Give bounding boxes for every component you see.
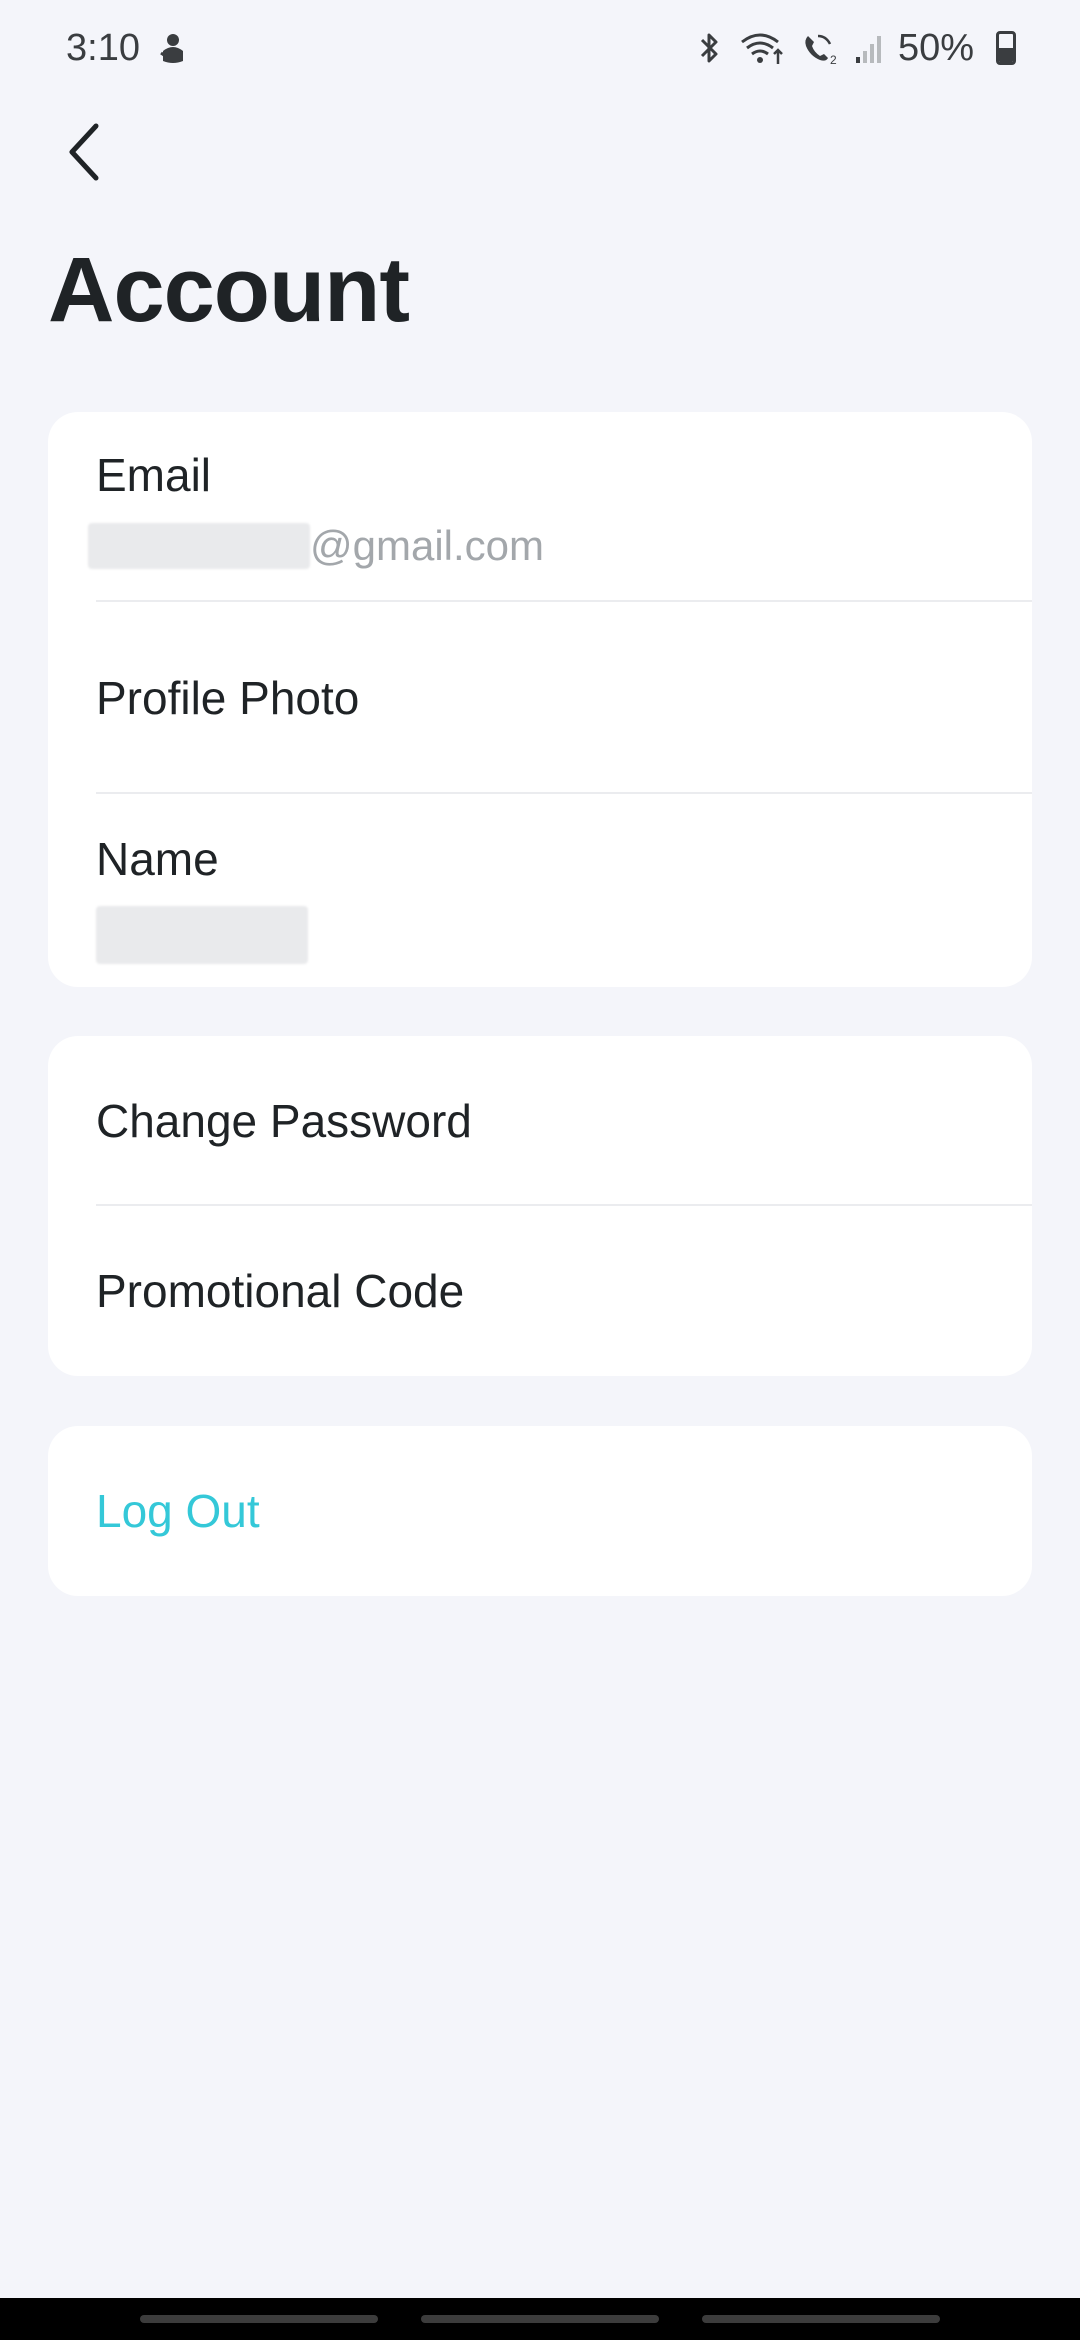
status-bar: 3:10 2 50%: [0, 0, 1080, 96]
promotional-code-row[interactable]: Promotional Code: [48, 1206, 1032, 1376]
email-row[interactable]: Email @gmail.com: [48, 412, 1032, 602]
home-nav-button[interactable]: [420, 2315, 659, 2323]
profile-photo-label: Profile Photo: [96, 672, 360, 724]
account-screen: 3:10 2 50% Account Email @gmail.com Prof…: [0, 0, 1080, 2340]
navigation-bar: [0, 2298, 1080, 2340]
signal-icon: [854, 31, 884, 65]
email-value: @gmail.com: [88, 522, 1032, 570]
battery-percent: 50%: [897, 26, 974, 69]
svg-text:2: 2: [830, 53, 837, 66]
vowifi-icon: 2: [800, 30, 840, 66]
name-row[interactable]: Name: [48, 794, 1032, 987]
logout-card: Log Out: [48, 1426, 1032, 1596]
security-card: Change Password Promotional Code: [48, 1036, 1032, 1376]
battery-icon: [988, 31, 1016, 65]
wifi-calling-icon: [738, 30, 786, 66]
name-redacted: [96, 906, 308, 964]
account-info-card: Email @gmail.com Profile Photo Name: [48, 412, 1032, 987]
status-left: 3:10: [66, 27, 188, 70]
battery-fill: [999, 48, 1013, 62]
logout-button[interactable]: Log Out: [48, 1426, 1032, 1596]
status-right: 2 50%: [694, 27, 1016, 70]
name-value: [96, 906, 1032, 964]
status-time: 3:10: [66, 26, 140, 69]
android-robot-icon: [158, 31, 188, 65]
change-password-label: Change Password: [96, 1095, 472, 1147]
email-label: Email: [96, 449, 212, 501]
email-redacted: [88, 523, 310, 569]
back-button[interactable]: [44, 112, 124, 192]
name-label: Name: [96, 833, 219, 885]
logout-label: Log Out: [96, 1485, 260, 1537]
change-password-row[interactable]: Change Password: [48, 1036, 1032, 1206]
bluetooth-icon: [694, 30, 724, 66]
chevron-left-icon: [69, 123, 99, 181]
promotional-code-label: Promotional Code: [96, 1265, 465, 1317]
back-nav-button[interactable]: [702, 2315, 941, 2323]
email-domain: @gmail.com: [310, 522, 545, 569]
recents-nav-button[interactable]: [139, 2315, 378, 2323]
page-title: Account: [48, 239, 410, 341]
profile-photo-row[interactable]: Profile Photo: [48, 602, 1032, 794]
